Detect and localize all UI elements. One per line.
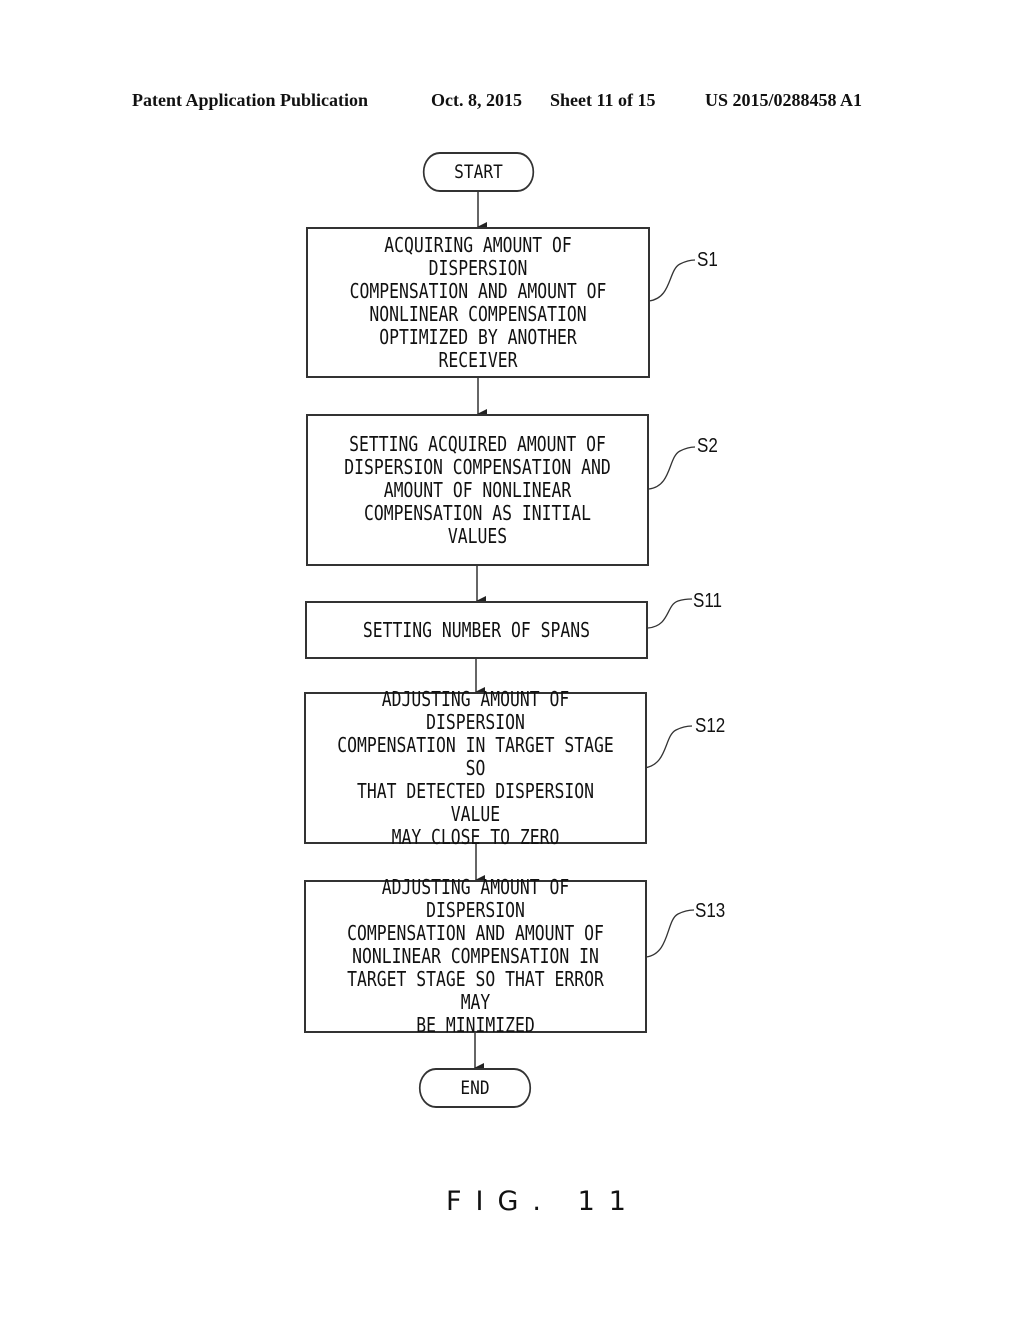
step-s2-box: SETTING ACQUIRED AMOUNT OF DISPERSION CO… (306, 414, 649, 566)
step-s1-text: ACQUIRING AMOUNT OF DISPERSION COMPENSAT… (349, 232, 607, 372)
step-s13-label: S13 (695, 900, 726, 922)
step-s1-label: S1 (697, 249, 718, 271)
start-label: START (454, 161, 503, 183)
step-s12-box: ADJUSTING AMOUNT OF DISPERSION COMPENSAT… (304, 687, 647, 848)
step-s11-text: SETTING NUMBER OF SPANS (362, 617, 591, 642)
step-s12-label: S12 (695, 715, 726, 737)
step-s2-label: S2 (697, 435, 718, 457)
leader-line-s2 (648, 446, 696, 490)
leader-line-s12 (643, 725, 693, 769)
step-s13-text: ADJUSTING AMOUNT OF DISPERSION COMPENSAT… (347, 875, 604, 1037)
leader-line-s1 (648, 259, 696, 302)
step-s11-label: S11 (693, 590, 722, 612)
step-s2-text: SETTING ACQUIRED AMOUNT OF DISPERSION CO… (344, 431, 611, 548)
start-terminal: START (422, 152, 535, 192)
leader-line-s11 (647, 598, 693, 629)
step-s13-box: ADJUSTING AMOUNT OF DISPERSION COMPENSAT… (304, 876, 647, 1037)
step-s11-box: SETTING NUMBER OF SPANS (305, 601, 648, 659)
step-s1-box: ACQUIRING AMOUNT OF DISPERSION COMPENSAT… (306, 227, 650, 378)
flow-connectors (474, 191, 696, 1073)
leader-line-s13 (645, 909, 695, 958)
end-terminal: END (418, 1068, 532, 1108)
step-s12-text: ADJUSTING AMOUNT OF DISPERSION COMPENSAT… (337, 686, 614, 849)
end-label: END (460, 1077, 490, 1099)
figure-caption: FIG. 11 (446, 1186, 640, 1217)
